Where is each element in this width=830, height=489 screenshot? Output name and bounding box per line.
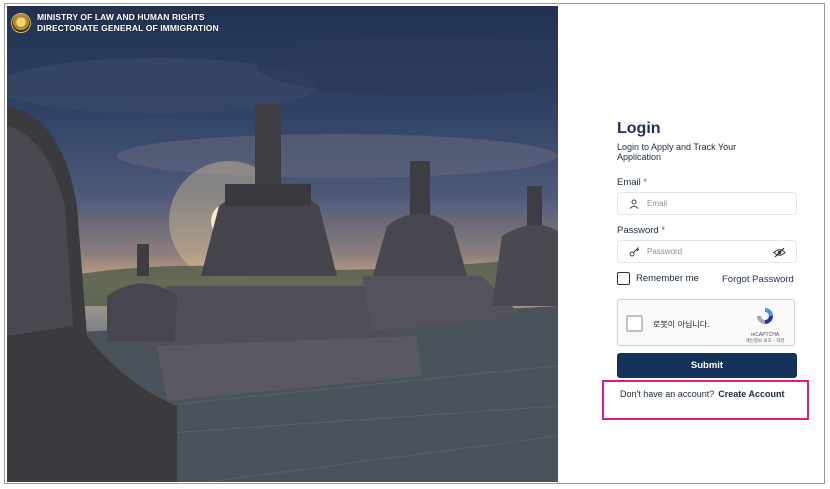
hero-image: MINISTRY OF LAW AND HUMAN RIGHTS DIRECTO… xyxy=(7,6,558,482)
key-icon xyxy=(628,246,640,258)
temple-illustration xyxy=(7,36,558,482)
ministry-titles: MINISTRY OF LAW AND HUMAN RIGHTS DIRECTO… xyxy=(37,12,219,33)
password-required-mark: * xyxy=(661,225,666,236)
forgot-password-link[interactable]: Forgot Password xyxy=(722,274,794,285)
password-input[interactable] xyxy=(647,247,767,256)
directorate-name: DIRECTORATE GENERAL OF IMMIGRATION xyxy=(37,22,219,33)
password-field[interactable] xyxy=(617,240,797,263)
recaptcha-icon xyxy=(757,308,773,324)
no-account-text: Don't have an account? xyxy=(620,389,715,399)
recaptcha-terms[interactable]: 개인정보 보호 - 약관 xyxy=(742,338,788,344)
email-required-mark: * xyxy=(643,177,648,188)
eye-slash-icon[interactable] xyxy=(773,246,786,259)
email-label: Email * xyxy=(617,177,647,188)
login-subtitle: Login to Apply and Track Your Applicatio… xyxy=(617,142,737,162)
email-input[interactable] xyxy=(647,199,767,208)
ministry-name: MINISTRY OF LAW AND HUMAN RIGHTS xyxy=(37,12,205,22)
captcha-checkbox[interactable] xyxy=(626,315,643,332)
ministry-header: MINISTRY OF LAW AND HUMAN RIGHTS DIRECTO… xyxy=(11,12,219,33)
user-icon xyxy=(628,198,640,210)
email-label-text: Email xyxy=(617,177,641,188)
immigration-emblem-icon xyxy=(11,12,31,33)
recaptcha-widget: 로봇이 아닙니다. reCAPTCHA 개인정보 보호 - 약관 xyxy=(617,299,795,346)
captcha-label: 로봇이 아닙니다. xyxy=(653,320,710,329)
signup-prompt: Don't have an account? Create Account xyxy=(620,389,784,399)
submit-button[interactable]: Submit xyxy=(617,353,797,378)
password-label-text: Password xyxy=(617,225,659,236)
browser-frame: MINISTRY OF LAW AND HUMAN RIGHTS DIRECTO… xyxy=(4,3,825,484)
create-account-highlight xyxy=(602,380,809,420)
create-account-link[interactable]: Create Account xyxy=(718,389,784,399)
email-field[interactable] xyxy=(617,192,797,215)
remember-label: Remember me xyxy=(636,273,699,284)
remember-me[interactable]: Remember me xyxy=(617,272,699,285)
login-title: Login xyxy=(617,120,661,137)
login-panel: Login Login to Apply and Track Your Appl… xyxy=(558,4,824,483)
captcha-brand: reCAPTCHA 개인정보 보호 - 약관 xyxy=(742,306,788,344)
remember-checkbox[interactable] xyxy=(617,272,630,285)
password-label: Password * xyxy=(617,225,665,236)
